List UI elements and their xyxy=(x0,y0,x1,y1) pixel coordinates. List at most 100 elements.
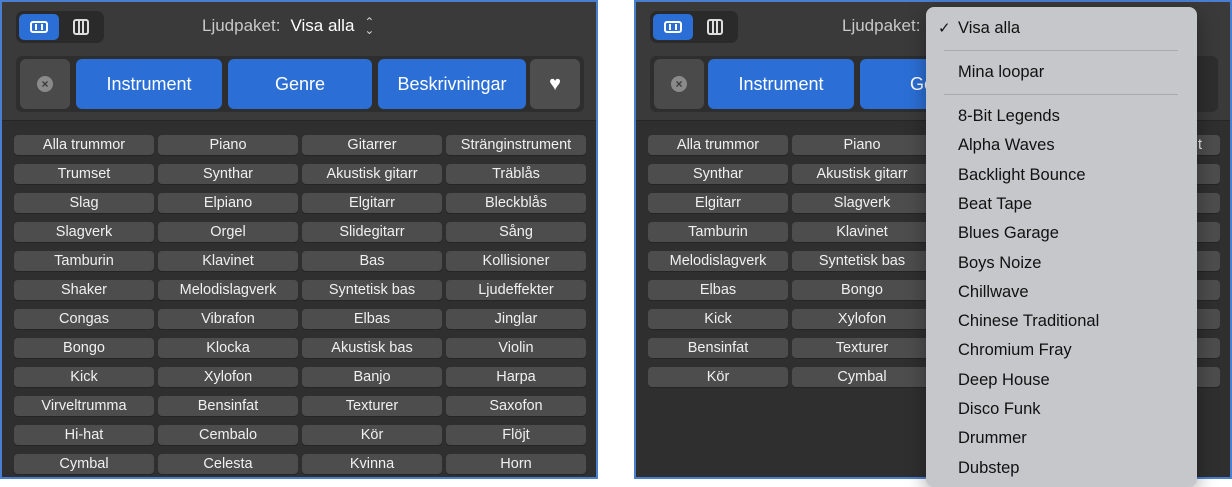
menu-item-pack[interactable]: Blues Garage xyxy=(958,224,1059,243)
tag-button[interactable]: Saxofon xyxy=(446,396,586,416)
tag-button[interactable]: Alla trummor xyxy=(14,135,154,155)
column-view-button[interactable] xyxy=(62,14,102,40)
tag-button[interactable]: Shaker xyxy=(14,280,154,300)
tag-button[interactable]: Gitarrer xyxy=(302,135,442,155)
clear-filter-button[interactable]: × xyxy=(20,59,70,109)
favorites-button[interactable]: ♥ xyxy=(530,59,580,109)
tag-button[interactable]: Violin xyxy=(446,338,586,358)
menu-item-pack[interactable]: Disco Funk xyxy=(958,400,1041,419)
tag-button[interactable]: Kick xyxy=(648,309,788,329)
tag-button[interactable]: Bongo xyxy=(14,338,154,358)
tag-button[interactable]: Cymbal xyxy=(14,454,154,474)
tag-button[interactable]: Virveltrumma xyxy=(14,396,154,416)
tag-button[interactable]: Slag xyxy=(14,193,154,213)
button-view-button[interactable] xyxy=(653,14,693,40)
tag-button[interactable]: Elbas xyxy=(302,309,442,329)
menu-item-pack[interactable]: Alpha Waves xyxy=(958,136,1055,155)
tag-button[interactable]: Klavinet xyxy=(158,251,298,271)
tag-button[interactable]: Sång xyxy=(446,222,586,242)
clear-filter-button[interactable]: × xyxy=(654,59,704,109)
tag-button[interactable]: Cembalo xyxy=(158,425,298,445)
menu-item-pack[interactable]: Chinese Traditional xyxy=(958,312,1099,331)
sound-pack-selector[interactable]: Ljudpaket: xyxy=(842,14,920,38)
descriptors-button[interactable]: Beskrivningar xyxy=(378,59,526,109)
tag-button[interactable]: Elpiano xyxy=(158,193,298,213)
menu-item-pack[interactable]: Dubstep xyxy=(958,459,1019,478)
tag-button[interactable]: Trumset xyxy=(14,164,154,184)
tag-button[interactable]: Kör xyxy=(648,367,788,387)
menu-item-pack[interactable]: Chromium Fray xyxy=(958,341,1072,360)
tag-button[interactable]: Bas xyxy=(302,251,442,271)
tag-button[interactable]: Alla trummor xyxy=(648,135,788,155)
instrument-button[interactable]: Instrument xyxy=(76,59,222,109)
menu-item-pack[interactable]: Backlight Bounce xyxy=(958,166,1086,185)
tag-button[interactable]: Synthar xyxy=(158,164,298,184)
tag-button[interactable]: Texturer xyxy=(302,396,442,416)
tag-button[interactable]: Akustisk gitarr xyxy=(792,164,932,184)
tag-button[interactable]: Jinglar xyxy=(446,309,586,329)
menu-item-pack[interactable]: Chillwave xyxy=(958,283,1029,302)
tag-grid: Alla trummor Piano Gitarrer Stränginstrumen… xyxy=(14,135,588,474)
tag-button[interactable]: Bongo xyxy=(792,280,932,300)
tag-button[interactable]: Ljudeffekter xyxy=(446,280,586,300)
tag-button[interactable]: Syntetisk bas xyxy=(792,251,932,271)
menu-item-my-loops[interactable]: Mina loopar xyxy=(958,63,1044,82)
column-view-icon xyxy=(707,19,724,35)
tag-button[interactable]: Slagverk xyxy=(14,222,154,242)
tag-button[interactable]: Vibrafon xyxy=(158,309,298,329)
tag-grid-area: Alla trummor Piano Gitarrer Stränginstrumen… xyxy=(2,120,596,477)
tag-button[interactable]: Slagverk xyxy=(792,193,932,213)
close-icon: × xyxy=(671,76,687,92)
tag-button[interactable]: Cymbal xyxy=(792,367,932,387)
tag-button[interactable]: Celesta xyxy=(158,454,298,474)
tag-button[interactable]: Xylofon xyxy=(792,309,932,329)
sound-pack-selector[interactable]: Ljudpaket: Visa alla ⌃ ⌄ xyxy=(202,14,374,38)
tag-button[interactable]: Melodislagverk xyxy=(648,251,788,271)
button-view-icon xyxy=(663,21,682,33)
tag-button[interactable]: Syntetisk bas xyxy=(302,280,442,300)
menu-item-pack[interactable]: Deep House xyxy=(958,371,1050,390)
column-view-icon xyxy=(73,19,90,35)
tag-button[interactable]: Bensinfat xyxy=(158,396,298,416)
tag-button[interactable]: Synthar xyxy=(648,164,788,184)
tag-button[interactable]: Xylofon xyxy=(158,367,298,387)
tag-button[interactable]: Piano xyxy=(792,135,932,155)
tag-button[interactable]: Elgitarr xyxy=(302,193,442,213)
instrument-button[interactable]: Instrument xyxy=(708,59,854,109)
tag-button[interactable]: Elgitarr xyxy=(648,193,788,213)
tag-button[interactable]: Akustisk bas xyxy=(302,338,442,358)
tag-button[interactable]: Klocka xyxy=(158,338,298,358)
button-view-button[interactable] xyxy=(19,14,59,40)
tag-button[interactable]: Banjo xyxy=(302,367,442,387)
menu-item-pack[interactable]: Beat Tape xyxy=(958,195,1032,214)
tag-button[interactable]: Kvinna xyxy=(302,454,442,474)
menu-item-pack[interactable]: 8-Bit Legends xyxy=(958,107,1060,126)
tag-button[interactable]: Akustisk gitarr xyxy=(302,164,442,184)
tag-button[interactable]: Elbas xyxy=(648,280,788,300)
tag-button[interactable]: Klavinet xyxy=(792,222,932,242)
tag-button[interactable]: Tamburin xyxy=(14,251,154,271)
tag-button[interactable]: Bleckblås xyxy=(446,193,586,213)
tag-button[interactable]: Horn xyxy=(446,454,586,474)
menu-item-show-all[interactable]: Visa alla xyxy=(958,19,1020,38)
tag-button[interactable]: Texturer xyxy=(792,338,932,358)
tag-button[interactable]: Melodislagverk xyxy=(158,280,298,300)
tag-button[interactable]: Kollisioner xyxy=(446,251,586,271)
tag-button[interactable]: Bensinfat xyxy=(648,338,788,358)
menu-item-pack[interactable]: Drummer xyxy=(958,429,1027,448)
tag-button[interactable]: Flöjt xyxy=(446,425,586,445)
tag-button[interactable]: Orgel xyxy=(158,222,298,242)
tag-button[interactable]: Harpa xyxy=(446,367,586,387)
tag-button[interactable]: Träblås xyxy=(446,164,586,184)
tag-button[interactable]: Piano xyxy=(158,135,298,155)
column-view-button[interactable] xyxy=(696,14,736,40)
tag-button[interactable]: Hi-hat xyxy=(14,425,154,445)
tag-button[interactable]: Kick xyxy=(14,367,154,387)
menu-item-pack[interactable]: Boys Noize xyxy=(958,254,1041,273)
tag-button[interactable]: Tamburin xyxy=(648,222,788,242)
tag-button[interactable]: Kör xyxy=(302,425,442,445)
genre-button[interactable]: Genre xyxy=(228,59,372,109)
tag-button[interactable]: Congas xyxy=(14,309,154,329)
tag-button[interactable]: Stränginstrument xyxy=(446,135,586,155)
tag-button[interactable]: Slidegitarr xyxy=(302,222,442,242)
